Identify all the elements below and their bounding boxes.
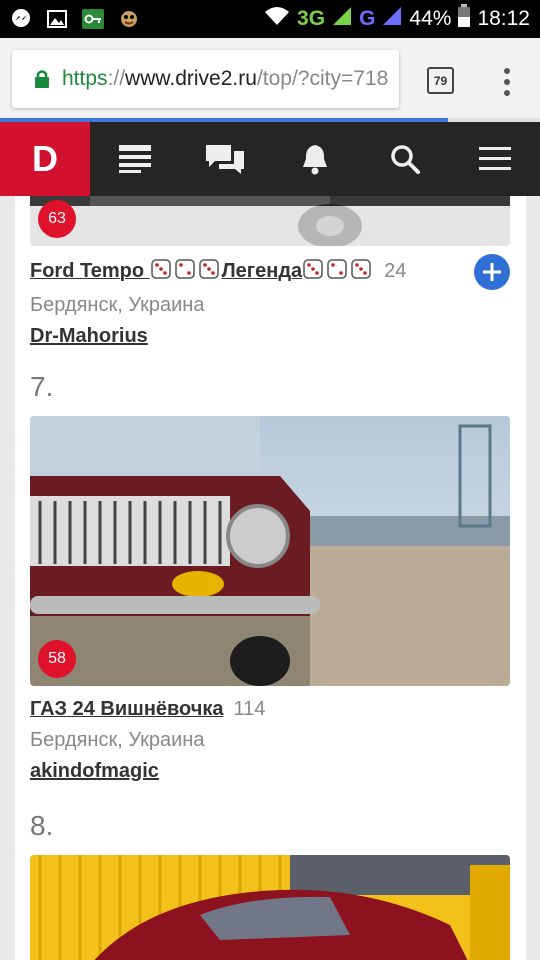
messenger-icon	[10, 9, 32, 29]
network-type-2: G	[359, 7, 376, 30]
url-separator: ://	[107, 67, 126, 90]
url-host: www.drive2.ru	[125, 67, 257, 90]
tab-switcher-button[interactable]: 79	[427, 67, 454, 94]
site-navbar: D	[0, 122, 540, 196]
car-count: 114	[233, 698, 266, 720]
top-list: 63 Ford Tempo Легенда 24 Бердянск, Украи…	[15, 196, 526, 960]
car-title-link[interactable]: Ford Tempo Легенда	[30, 258, 374, 286]
lock-icon	[34, 69, 50, 89]
rating-badge: 63	[38, 200, 76, 238]
browser-menu-button[interactable]	[500, 68, 514, 96]
gallery-icon	[46, 9, 68, 29]
messages-icon[interactable]	[180, 122, 270, 196]
wifi-icon	[263, 5, 291, 33]
plus-icon	[483, 263, 501, 281]
battery-percent: 44%	[409, 7, 452, 30]
clock: 18:12	[477, 7, 530, 30]
key-app-icon	[82, 9, 104, 29]
dice-icon	[150, 258, 222, 286]
url-path: /top/?city=718	[256, 67, 389, 90]
network-type: 3G	[297, 7, 326, 30]
address-bar[interactable]: https://www.drive2.ru/top/?city=718	[12, 50, 399, 108]
owner-link[interactable]: akindofmagic	[30, 760, 510, 783]
rating-badge: 58	[38, 640, 76, 678]
list-item: 58 ГАЗ 24 Вишнёвочка 114 Бердянск, Украи…	[30, 416, 510, 783]
notifications-icon[interactable]	[270, 122, 360, 196]
signal-icon	[331, 5, 353, 33]
car-location: Бердянск, Украина	[30, 729, 205, 751]
car-location: Бердянск, Украина	[30, 294, 205, 316]
url-scheme: https	[62, 67, 108, 90]
owner-link[interactable]: Dr-Mahorius	[30, 325, 510, 348]
battery-icon	[457, 4, 471, 34]
follow-button[interactable]	[474, 254, 510, 290]
rank-number: 8.	[30, 810, 54, 841]
signal-icon-2	[381, 5, 403, 33]
car-title-link[interactable]: ГАЗ 24 Вишнёвочка	[30, 698, 224, 721]
hamburger-menu-icon[interactable]	[450, 122, 540, 196]
car-photo[interactable]: 63	[30, 196, 510, 246]
feed-icon[interactable]	[90, 122, 180, 196]
browser-toolbar: https://www.drive2.ru/top/?city=718 79	[0, 38, 540, 122]
list-item: 63 Ford Tempo Легенда 24 Бердянск, Украи…	[30, 196, 510, 348]
list-item	[30, 855, 510, 960]
drive2-logo[interactable]: D	[0, 122, 90, 196]
dice-icon	[302, 258, 374, 286]
car-photo[interactable]	[30, 855, 510, 960]
search-icon[interactable]	[360, 122, 450, 196]
status-bar: 3G G 44% 18:12	[0, 0, 540, 38]
car-count: 24	[384, 260, 407, 282]
app-notification-icon	[118, 9, 140, 29]
car-photo[interactable]: 58	[30, 416, 510, 686]
rank-number: 7.	[30, 371, 54, 402]
